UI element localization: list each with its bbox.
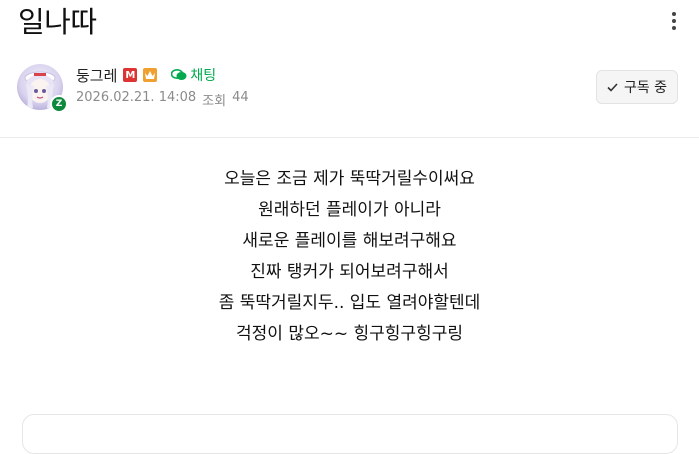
body-line: 원래하던 플레이가 아니라 (258, 200, 441, 220)
crown-icon (143, 68, 158, 82)
more-dot (672, 12, 676, 16)
check-icon (607, 82, 618, 92)
post-body: 오늘은 조금 제가 뚝딱거릴수이써요 원래하던 플레이가 아니라 새로운 플레이… (0, 164, 699, 350)
body-line: 걱정이 많오~~ 힝구힝구힝구링 (236, 324, 463, 344)
more-dot (672, 19, 676, 23)
avatar-level-badge: Z (50, 95, 68, 113)
post-date: 2026.02.21. 14:08 (76, 90, 197, 105)
body-line: 새로운 플레이를 해보려구해요 (242, 231, 457, 251)
views-label: 조회 (202, 94, 227, 109)
more-dot (672, 26, 676, 30)
chat-icon (171, 69, 187, 80)
post-meta: 2026.02.21. 14:08 조회 44 (76, 90, 249, 109)
chat-label: 채팅 (190, 68, 217, 84)
subscribe-button[interactable]: 구독 중 (596, 70, 678, 104)
author-row: 둥그레 M 채팅 (76, 64, 216, 86)
body-line: 좀 뚝딱거릴지두.. 입도 열려야할텐데 (218, 293, 481, 313)
manager-badge-icon: M (123, 68, 138, 82)
body-line: 오늘은 조금 제가 뚝딱거릴수이써요 (224, 169, 475, 189)
views-count: 44 (232, 90, 249, 105)
header-divider (0, 137, 699, 138)
comment-box[interactable] (22, 414, 678, 454)
body-line: 진짜 탱커가 되어보려구해서 (250, 262, 449, 282)
more-options-icon[interactable] (664, 8, 684, 34)
post-title: 일나따 (18, 5, 97, 39)
author-name[interactable]: 둥그레 (76, 65, 117, 86)
subscribe-label: 구독 중 (623, 80, 668, 96)
chat-link[interactable]: 채팅 (171, 65, 216, 85)
